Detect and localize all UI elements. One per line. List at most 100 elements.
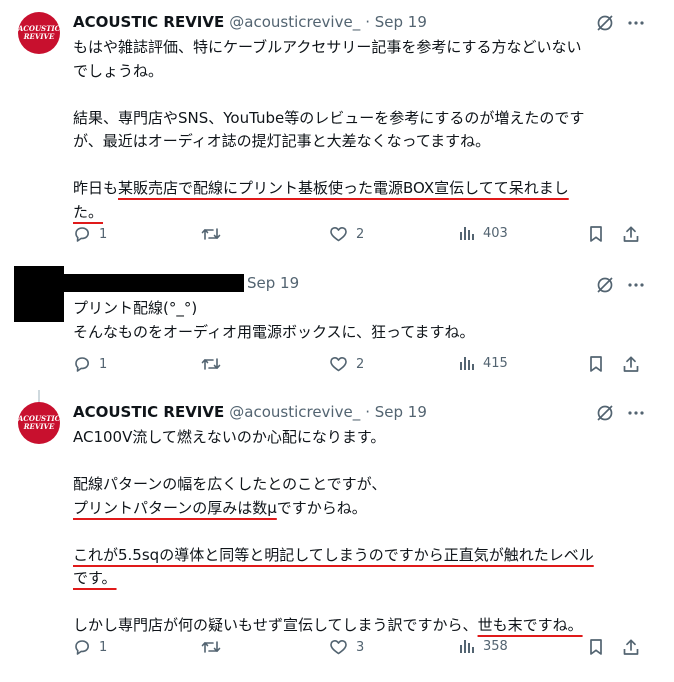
like-count: 3 xyxy=(356,639,365,655)
author-handle[interactable]: @acousticrevive_ xyxy=(229,13,360,31)
tweet-1[interactable]: ACOUSTIC REVIVE ACOUSTIC REVIVE @acousti… xyxy=(0,0,674,262)
tweet-top-icons xyxy=(596,14,644,32)
avatar-text-line-2: REVIVE xyxy=(23,422,55,431)
more-options-icon[interactable] xyxy=(628,21,644,25)
text-line: プリントパターンの厚みは数µですからね。 xyxy=(73,497,648,521)
reply-count: 1 xyxy=(99,639,108,655)
retweet-icon xyxy=(201,641,221,653)
reply-count: 1 xyxy=(99,226,108,242)
redacted-avatar xyxy=(14,266,64,322)
tweet-actions: 1 2 415 xyxy=(73,355,653,377)
avatar[interactable]: ACOUSTIC REVIVE xyxy=(18,402,60,444)
tweet-top-icons xyxy=(596,276,644,294)
bookmark-icon xyxy=(590,356,602,372)
tweet-date[interactable]: · Sep 19 xyxy=(365,403,427,421)
like-count: 2 xyxy=(356,356,365,372)
tweet-date[interactable]: · Sep 19 xyxy=(365,13,427,31)
views-icon xyxy=(460,227,474,240)
text-line: しかし専門店が何の疑いもせず宣伝してしまう訳ですから、世も末ですね。 xyxy=(73,614,648,638)
retweet-button[interactable] xyxy=(201,638,221,656)
text-line: プリント配線(°_°) xyxy=(73,299,198,317)
like-icon xyxy=(330,640,347,655)
like-button[interactable]: 2 xyxy=(329,225,364,243)
retweet-button[interactable] xyxy=(201,355,221,373)
author-handle[interactable]: @acousticrevive_ xyxy=(229,403,360,421)
views-button[interactable]: 415 xyxy=(459,355,508,371)
views-count: 403 xyxy=(483,225,508,241)
reply-count: 1 xyxy=(99,356,108,372)
text-line: 配線パターンの幅を広くしたとのことですが、 xyxy=(73,475,387,493)
tweet-header: Sep 19 xyxy=(247,273,299,293)
text-line: です。 xyxy=(73,567,648,591)
tweet-top-icons xyxy=(596,404,644,422)
views-button[interactable]: 358 xyxy=(459,638,508,654)
text-line: これが5.5sqの導体と同等と明記してしまうのですから正直気が触れたレベル xyxy=(73,544,648,568)
share-button[interactable] xyxy=(622,225,640,243)
bookmark-button[interactable] xyxy=(588,355,604,373)
more-options-icon[interactable] xyxy=(628,283,644,287)
bookmark-button[interactable] xyxy=(588,638,604,656)
thread-connector xyxy=(38,390,40,402)
bookmark-icon xyxy=(590,226,602,242)
tweet-text: AC100V流して燃えないのか心配になります。 配線パターンの幅を広くしたとのこ… xyxy=(73,426,648,638)
text-line: AC100V流して燃えないのか心配になります。 xyxy=(73,428,386,446)
bookmark-button[interactable] xyxy=(588,225,604,243)
tweet-text: もはや雑誌評価、特にケーブルアクセサリー記事を参考にする方などいない でしょうね… xyxy=(73,36,648,224)
views-button[interactable]: 403 xyxy=(459,225,508,241)
tweet-3[interactable]: ACOUSTIC REVIVE ACOUSTIC REVIVE @acousti… xyxy=(0,390,674,682)
views-icon xyxy=(460,640,474,653)
tweet-text: プリント配線(°_°) そんなものをオーディオ用電源ボックスに、狂ってますね。 xyxy=(73,297,648,344)
like-icon xyxy=(330,227,347,242)
retweet-button[interactable] xyxy=(201,225,221,243)
underlined-text: これが5.5sqの導体と同等と明記してしまうのですから正直気が触れたレベル xyxy=(73,545,594,564)
underlined-text: た。 xyxy=(73,202,104,221)
underlined-text: です。 xyxy=(73,569,117,587)
tweet-2[interactable]: Sep 19 プリント配線(°_°) そんなものをオーディオ用電源ボックスに、狂… xyxy=(0,262,674,390)
views-icon xyxy=(460,357,474,370)
views-count: 358 xyxy=(483,638,508,654)
text-line: もはや雑誌評価、特にケーブルアクセサリー記事を参考にする方などいない xyxy=(73,38,582,56)
reply-icon xyxy=(75,227,89,242)
underlined-text: 世も末ですね。 xyxy=(477,616,583,634)
like-button[interactable]: 3 xyxy=(329,638,364,656)
avatar-text-line-2: REVIVE xyxy=(23,32,55,41)
text-segment: ですからね。 xyxy=(276,498,367,517)
reply-icon xyxy=(75,640,89,655)
grok-icon[interactable] xyxy=(596,404,614,422)
underlined-text: プリントパターンの厚みは数µ xyxy=(73,498,277,517)
tweet-date[interactable]: Sep 19 xyxy=(247,274,299,292)
text-line: が、最近はオーディオ誌の提灯記事と大差なくなってますね。 xyxy=(73,132,491,150)
underlined-text: 某販売店で配線にプリント基板使った電源BOX宣伝してて呆れまし xyxy=(118,179,569,197)
like-icon xyxy=(330,357,347,372)
author-name[interactable]: ACOUSTIC REVIVE xyxy=(73,403,224,421)
reply-button[interactable]: 1 xyxy=(73,355,107,373)
bookmark-icon xyxy=(590,639,602,655)
views-count: 415 xyxy=(483,355,508,371)
avatar[interactable]: ACOUSTIC REVIVE xyxy=(18,12,60,54)
reply-button[interactable]: 1 xyxy=(73,638,107,656)
share-icon xyxy=(623,226,639,242)
tweet-actions: 1 3 358 xyxy=(73,638,653,660)
share-icon xyxy=(623,639,639,655)
grok-icon[interactable] xyxy=(596,276,614,294)
grok-icon[interactable] xyxy=(596,14,614,32)
reply-button[interactable]: 1 xyxy=(73,225,107,243)
text-line: そんなものをオーディオ用電源ボックスに、狂ってますね。 xyxy=(73,322,475,341)
author-name[interactable]: ACOUSTIC REVIVE xyxy=(73,13,224,31)
redacted-author-name xyxy=(64,274,244,292)
more-options-icon[interactable] xyxy=(628,411,644,415)
text-line: でしょうね。 xyxy=(73,61,164,80)
text-segment: 昨日も xyxy=(73,179,119,197)
share-button[interactable] xyxy=(622,355,640,373)
share-icon xyxy=(623,356,639,372)
tweet-actions: 1 2 403 xyxy=(73,225,653,247)
tweet-header: ACOUSTIC REVIVE @acousticrevive_ · Sep 1… xyxy=(73,402,427,422)
like-button[interactable]: 2 xyxy=(329,355,364,373)
like-count: 2 xyxy=(356,226,365,242)
share-button[interactable] xyxy=(622,638,640,656)
